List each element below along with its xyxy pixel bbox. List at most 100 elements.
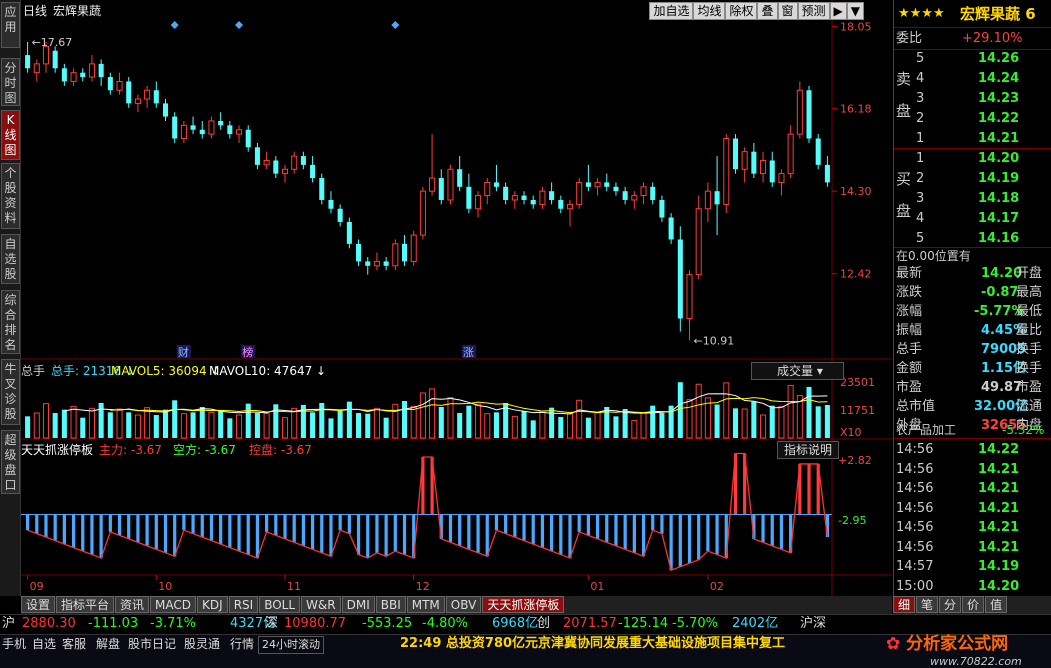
- index-value: -3.71%: [150, 616, 196, 631]
- left-tab-7[interactable]: 超级盘口: [1, 430, 20, 494]
- candle-body: [613, 186, 619, 192]
- side-tab-3[interactable]: 价: [962, 596, 985, 613]
- buy-label-1: 买: [894, 169, 1051, 189]
- toolbar-button-7[interactable]: ▼: [846, 2, 864, 20]
- left-tab-6[interactable]: 牛叉诊股: [1, 359, 20, 425]
- indicator-tab-1[interactable]: 指标平台: [56, 596, 115, 613]
- low-annotation: ←10.91: [694, 334, 735, 347]
- candle-body: [410, 234, 417, 262]
- side-tab-1[interactable]: 笔: [916, 596, 939, 613]
- volume-bar: [365, 413, 371, 438]
- indicator-tab-3[interactable]: MACD: [150, 596, 197, 613]
- footer-button-2[interactable]: 客服: [62, 636, 86, 652]
- x-tick-label: 02: [710, 580, 724, 593]
- candle-body: [356, 243, 362, 262]
- index-value: 2402亿: [732, 616, 779, 631]
- candle-body: [530, 199, 536, 205]
- candle-body: [419, 190, 426, 236]
- candle-body: [373, 260, 380, 267]
- left-tab-3[interactable]: 个股资料: [1, 163, 20, 229]
- left-tab-2[interactable]: K线图: [1, 110, 20, 160]
- indicator-tab-6[interactable]: BOLL: [259, 596, 301, 613]
- indicator-help-button[interactable]: 指标说明: [777, 441, 840, 459]
- volume-bar: [558, 417, 564, 438]
- index-value: 10980.77: [284, 616, 347, 631]
- toolbar-button-3[interactable]: 叠: [757, 2, 778, 20]
- left-tab-0[interactable]: 应用: [1, 2, 20, 48]
- left-tab-5[interactable]: 综合排名: [1, 290, 20, 354]
- tick-price: 14.21: [978, 481, 1020, 496]
- indicator-tab-0[interactable]: 设置: [21, 596, 56, 613]
- volume-bar: [373, 407, 380, 439]
- sector-name: 农产品加工: [896, 423, 957, 437]
- indicator-tab-10[interactable]: MTM: [406, 596, 445, 613]
- price-pane-bg: [21, 0, 892, 358]
- indicator-tab-7[interactable]: W&R: [301, 596, 341, 613]
- stat-row: 涨幅 -5.77% 最低: [894, 302, 1051, 322]
- toolbar-button-0[interactable]: 加自选: [649, 2, 694, 20]
- side-tab-2[interactable]: 分: [939, 596, 962, 613]
- indicator-tab-8[interactable]: DMI: [341, 596, 375, 613]
- candle-body: [300, 156, 306, 165]
- buy-price: 14.20: [978, 151, 1020, 166]
- volume-dropdown[interactable]: 成交量 ▾: [751, 362, 844, 380]
- toolbar-button-5[interactable]: 预测: [797, 2, 830, 20]
- volume-bar: [457, 413, 463, 438]
- indicator-tab-2[interactable]: 资讯: [115, 596, 150, 613]
- candle-body: [668, 217, 674, 240]
- indicator-tab-5[interactable]: RSI: [228, 596, 259, 613]
- footer-button-1[interactable]: 自选: [32, 636, 56, 652]
- volume-bar: [98, 402, 104, 438]
- toolbar-button-1[interactable]: 均线: [693, 2, 726, 20]
- side-tab-0[interactable]: 细: [893, 596, 916, 613]
- stat-label-right: 最高: [1016, 285, 1043, 300]
- volume-bar: [281, 417, 289, 439]
- sell-price: 14.21: [978, 131, 1020, 146]
- volume-bar: [631, 419, 638, 439]
- candle-body: [88, 63, 95, 78]
- volume-bar: [319, 402, 325, 438]
- position-row: 在0.00位置有: [894, 246, 1051, 266]
- kline-chart-area[interactable]: 18.05 16.18 14.30 12.42 ←17.67 ←10.91 财 榜 涨 23501…: [21, 0, 892, 596]
- volume-bar: [273, 404, 279, 438]
- volume-bar: [88, 407, 95, 439]
- stat-row: 总手 79005 换手: [894, 340, 1051, 360]
- indicator-tab-11[interactable]: OBV: [445, 596, 482, 613]
- tick-row: 14:57 14.19: [894, 557, 1051, 577]
- footer-button-3[interactable]: 解盘: [96, 636, 120, 652]
- tick-row: 14:56 14.21: [894, 479, 1051, 499]
- period-label[interactable]: 日线: [23, 4, 47, 18]
- volume-bar: [310, 412, 316, 438]
- toolbar-button-6[interactable]: ▶: [829, 2, 847, 20]
- toolbar-button-2[interactable]: 除权: [725, 2, 758, 20]
- footer-button-7[interactable]: 24小时滚动: [258, 636, 324, 654]
- sidebar-stock-title: 宏辉果蔬 6: [960, 5, 1036, 23]
- news-ticker[interactable]: 22:49 总投资780亿元京津冀协同发展重大基础设施项目集中复工: [400, 637, 785, 651]
- tick-time: 15:00: [896, 578, 934, 594]
- left-tab-4[interactable]: 自选股: [1, 234, 20, 284]
- footer-button-0[interactable]: 手机: [2, 636, 26, 652]
- tick-time: 14:56: [896, 500, 934, 516]
- indicator-tab-9[interactable]: BBI: [375, 596, 406, 613]
- volume-bar: [291, 407, 298, 439]
- volume-bar: [392, 403, 399, 439]
- volume-bar: [383, 417, 389, 438]
- footer-button-6[interactable]: 行情: [230, 636, 254, 652]
- volume-bar: [815, 406, 821, 438]
- footer-button-5[interactable]: 股灵通: [184, 636, 220, 652]
- side-tab-4[interactable]: 值: [985, 596, 1008, 613]
- toolbar-button-4[interactable]: 窗: [777, 2, 798, 20]
- volume-bar: [346, 401, 352, 438]
- candle-body: [254, 147, 260, 165]
- indicator-tab-4[interactable]: KDJ: [197, 596, 228, 613]
- indicator-tab-12[interactable]: 天天抓涨停板: [482, 596, 565, 613]
- candle-body: [227, 125, 233, 135]
- volume-bar: [778, 405, 785, 439]
- volume-series-label: MAVOL10: 47647 ↓: [209, 364, 327, 378]
- footer-button-4[interactable]: 股市日记: [128, 636, 176, 652]
- volume-bar: [80, 417, 86, 438]
- volume-bar: [162, 409, 169, 438]
- volume-bar: [539, 410, 546, 439]
- left-tab-1[interactable]: 分时图: [1, 58, 20, 106]
- stat-row: 振幅 4.45% 量比: [894, 321, 1051, 341]
